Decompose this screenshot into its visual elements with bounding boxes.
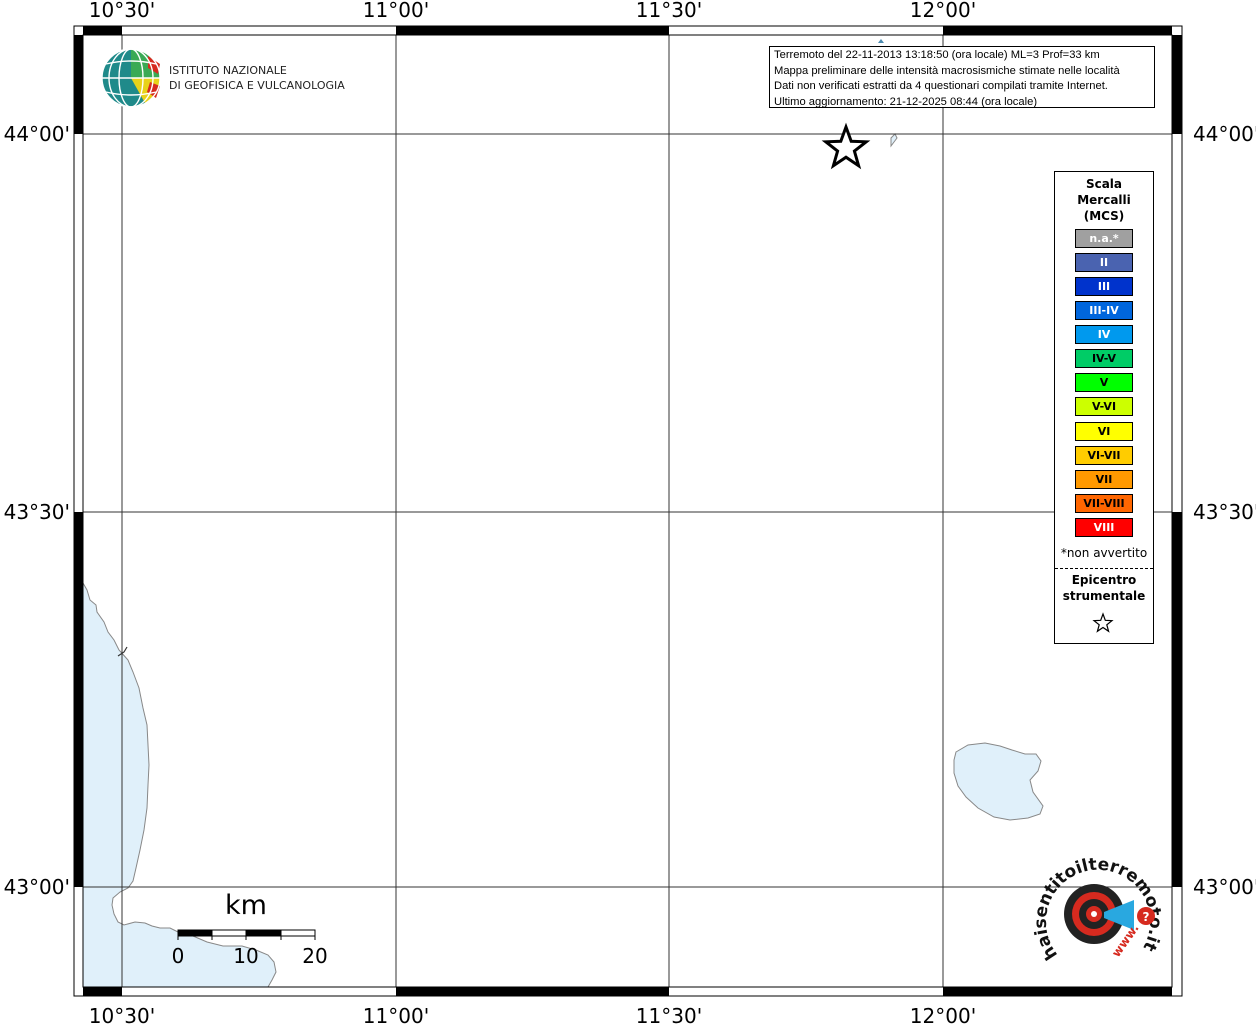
mcs-class-iv-v: IV-V	[1075, 349, 1133, 368]
mcs-class-iii: III	[1075, 277, 1133, 296]
legend-title: Scala Mercalli (MCS)	[1055, 176, 1153, 224]
mcs-class-na: n.a.*	[1075, 229, 1133, 248]
event-info-line1: Terremoto del 22-11-2013 13:18:50 (ora l…	[774, 49, 1100, 61]
mcs-class-vi-vii: VI-VII	[1075, 446, 1133, 465]
mcs-class-v: V	[1075, 373, 1133, 392]
mcs-class-iii-iv: III-IV	[1075, 301, 1133, 320]
legend-epicenter-line2: strumentale	[1062, 589, 1146, 603]
lon-label-top-1130: 11°30'	[636, 0, 702, 22]
lat-label-left-4300: 43°00'	[4, 875, 70, 899]
event-info-line4: Ultimo aggiornamento: 21-12-2025 08:44 (…	[774, 95, 1038, 108]
event-info-line2: Mappa preliminare delle intensità macros…	[774, 64, 1120, 77]
lat-label-right-4330: 43°30'	[1193, 500, 1256, 524]
mcs-legend: Scala Mercalli (MCS) n.a.* II III III-IV…	[1054, 171, 1154, 644]
mcs-class-vi: VI	[1075, 422, 1133, 441]
legend-title-line3: (MCS)	[1083, 209, 1125, 223]
scale-tick-20: 20	[302, 944, 327, 968]
question-icon: ?	[1143, 910, 1150, 924]
lon-label-top-1200: 12°00'	[910, 0, 976, 22]
event-info-line3: Dati non verificati estratti da 4 questi…	[774, 80, 1108, 92]
legend-epicenter-line1: Epicentro	[1071, 573, 1137, 587]
ingv-globe-icon	[101, 48, 161, 108]
map-area	[83, 35, 1172, 987]
lon-label-bottom-1030: 10°30'	[89, 1004, 155, 1024]
legend-note: *non avvertito	[1060, 546, 1148, 560]
mcs-class-vii-viii: VII-VIII	[1075, 494, 1133, 513]
mcs-class-vii: VII	[1075, 470, 1133, 489]
scale-unit: km	[225, 890, 267, 921]
lat-label-right-4300: 43°00'	[1193, 875, 1256, 899]
legend-title-line1: Scala	[1085, 177, 1123, 191]
mcs-class-v-vi: V-VI	[1075, 397, 1133, 416]
lon-label-bottom-1130: 11°30'	[636, 1004, 702, 1024]
scale-tick-10: 10	[233, 944, 258, 968]
event-info-box: Terremoto del 22-11-2013 13:18:50 (ora l…	[769, 46, 1155, 108]
lon-label-bottom-1200: 12°00'	[910, 1004, 976, 1024]
legend-divider	[1055, 568, 1153, 569]
lat-label-right-4400: 44°00'	[1193, 122, 1256, 146]
star-outline-icon	[1092, 612, 1114, 633]
lon-label-top-1100: 11°00'	[363, 0, 429, 22]
scale-tick-0: 0	[172, 944, 185, 968]
mcs-class-ii: II	[1075, 253, 1133, 272]
lat-label-left-4330: 43°30'	[4, 500, 70, 524]
lon-label-top-1030: 10°30'	[89, 0, 155, 22]
legend-epicenter-label: Epicentro strumentale	[1055, 572, 1153, 604]
lon-label-bottom-1100: 11°00'	[363, 1004, 429, 1024]
legend-title-line2: Mercalli	[1077, 193, 1131, 207]
logo-line1: ISTITUTO NAZIONALE	[169, 64, 287, 77]
logo-line2: DI GEOFISICA E VULCANOLOGIA	[169, 79, 345, 92]
lat-label-left-4400: 44°00'	[4, 122, 70, 146]
mcs-class-viii: VIII	[1075, 518, 1133, 537]
mcs-class-iv: IV	[1075, 325, 1133, 344]
